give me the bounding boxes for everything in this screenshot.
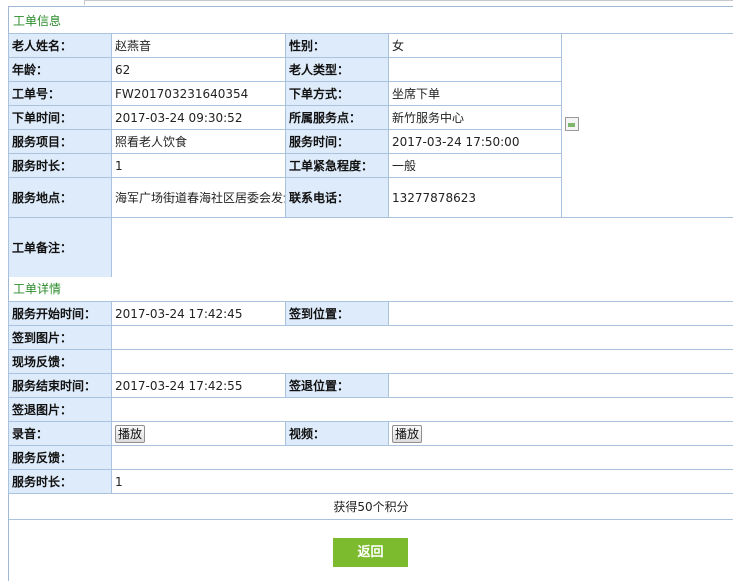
remark-label: 工单备注： <box>8 217 112 278</box>
order-method-value: 坐席下单 <box>388 81 562 106</box>
service-item-value: 照看老人饮食 <box>111 129 286 154</box>
end-time-label: 服务结束时间： <box>8 373 112 398</box>
elder-name-value: 赵燕音 <box>111 33 286 58</box>
elder-photo-image <box>565 117 579 131</box>
service-feedback-value <box>111 445 733 470</box>
checkin-photo-value <box>111 325 733 350</box>
order-time-label: 下单时间： <box>8 105 112 130</box>
order-detail-title: 工单详情 <box>9 277 733 301</box>
end-time-value: 2017-03-24 17:42:55 <box>111 373 286 398</box>
elder-name-label: 老人姓名： <box>8 33 112 58</box>
service-item-label: 服务项目： <box>8 129 112 154</box>
order-no-value: FW201703231640354 <box>111 81 286 106</box>
audio-cell: 播放 <box>111 421 286 446</box>
remark-value <box>111 217 733 278</box>
onsite-feedback-value <box>111 349 733 374</box>
gender-label: 性别： <box>285 33 389 58</box>
order-method-label: 下单方式： <box>285 81 389 106</box>
service-center-label: 所属服务点： <box>285 105 389 130</box>
order-info-table: 老人姓名： 赵燕音 性别： 女 年龄： 62 老人类型： 工单号： FW2017… <box>8 33 733 278</box>
elder-photo-cell <box>561 33 733 218</box>
duration-value: 1 <box>111 469 733 494</box>
age-value: 62 <box>111 57 286 82</box>
checkout-location-value <box>388 373 733 398</box>
gender-value: 女 <box>388 33 562 58</box>
video-cell: 播放 <box>388 421 733 446</box>
start-time-value: 2017-03-24 17:42:45 <box>111 301 286 326</box>
checkout-location-label: 签退位置： <box>285 373 389 398</box>
duration-label: 服务时长： <box>8 469 112 494</box>
start-time-label: 服务开始时间： <box>8 301 112 326</box>
back-button[interactable]: 返回 <box>333 538 408 567</box>
checkin-location-value <box>388 301 733 326</box>
service-location-label: 服务地点： <box>8 177 112 218</box>
service-location-value: 海军广场街道春海社区居委会发士大夫 <box>111 177 286 218</box>
video-play-button[interactable]: 播放 <box>392 424 423 443</box>
service-duration-label: 服务时长： <box>8 153 112 178</box>
order-detail-table: 服务开始时间： 2017-03-24 17:42:45 签到位置： 签到图片： … <box>8 301 733 494</box>
phone-value: 13277878623 <box>388 177 562 218</box>
order-no-label: 工单号： <box>8 81 112 106</box>
service-feedback-label: 服务反馈： <box>8 445 112 470</box>
audio-play-button[interactable]: 播放 <box>115 424 146 443</box>
service-duration-value: 1 <box>111 153 286 178</box>
checkin-location-label: 签到位置： <box>285 301 389 326</box>
video-label: 视频： <box>285 421 389 446</box>
top-divider <box>84 0 733 5</box>
audio-label: 录音： <box>8 421 112 446</box>
order-info-title: 工单信息 <box>9 9 733 33</box>
order-time-value: 2017-03-24 09:30:52 <box>111 105 286 130</box>
elder-type-value <box>388 57 562 82</box>
checkout-photo-label: 签退图片： <box>8 397 112 422</box>
service-center-value: 新竹服务中心 <box>388 105 562 130</box>
urgency-label: 工单紧急程度： <box>285 153 389 178</box>
elder-type-label: 老人类型： <box>285 57 389 82</box>
phone-label: 联系电话： <box>285 177 389 218</box>
onsite-feedback-label: 现场反馈： <box>8 349 112 374</box>
points-text: 获得50个积分 <box>9 495 733 520</box>
age-label: 年龄： <box>8 57 112 82</box>
urgency-value: 一般 <box>388 153 562 178</box>
service-time-value: 2017-03-24 17:50:00 <box>388 129 562 154</box>
checkout-photo-value <box>111 397 733 422</box>
service-time-label: 服务时间： <box>285 129 389 154</box>
checkin-photo-label: 签到图片： <box>8 325 112 350</box>
